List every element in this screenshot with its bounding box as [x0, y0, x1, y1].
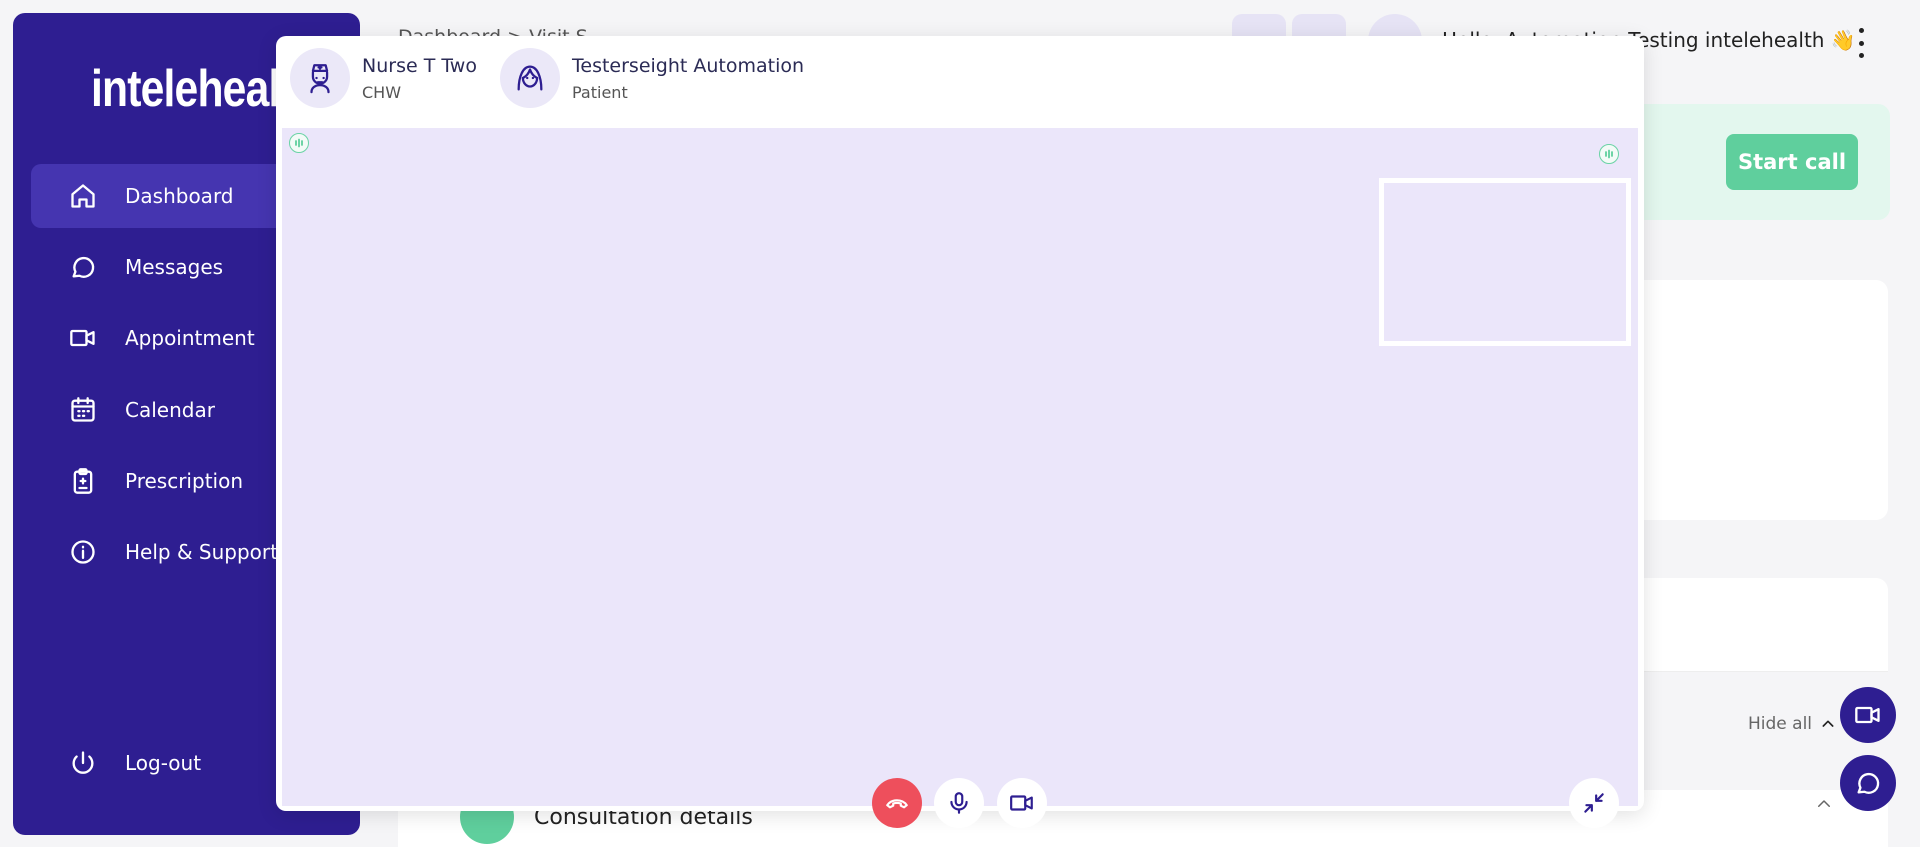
minimize-button[interactable]	[1569, 778, 1619, 828]
participant-role: Patient	[572, 82, 628, 102]
home-icon	[69, 182, 97, 210]
video-icon	[1010, 795, 1033, 811]
calendar-icon	[69, 396, 97, 424]
microphone-button[interactable]	[934, 778, 984, 828]
more-menu-icon[interactable]	[1855, 28, 1867, 58]
chat-icon	[69, 253, 97, 281]
nurse-icon	[290, 48, 350, 108]
logout-label: Log-out	[125, 751, 202, 775]
participant-name: Testerseight Automation	[572, 54, 805, 77]
participant-nurse: Nurse T Two CHW	[290, 48, 477, 108]
power-icon	[69, 749, 97, 777]
video-call-modal: Nurse T Two CHW Testerseight Automation …	[276, 36, 1644, 828]
participant-role: CHW	[362, 82, 402, 102]
audio-level-icon	[289, 133, 309, 153]
chevron-up-icon	[1822, 720, 1834, 727]
microphone-icon	[950, 792, 968, 814]
hide-all-toggle[interactable]: Hide all	[1748, 714, 1836, 734]
sidebar-item-label: Help & Support	[125, 540, 278, 564]
sidebar-item-label: Calendar	[125, 398, 215, 422]
end-call-button[interactable]	[872, 778, 922, 828]
audio-level-icon	[1599, 144, 1619, 164]
sidebar-item-label: Dashboard	[125, 184, 234, 208]
video-icon	[69, 324, 97, 352]
chat-fab[interactable]	[1840, 755, 1896, 811]
video-icon	[1855, 706, 1880, 724]
participant-name: Nurse T Two	[362, 54, 477, 77]
sidebar-item-label: Prescription	[125, 469, 243, 493]
chat-icon	[1857, 772, 1880, 794]
start-call-button[interactable]: Start call	[1726, 134, 1858, 190]
chevron-up-icon[interactable]	[1815, 795, 1833, 813]
hide-all-label: Hide all	[1748, 714, 1813, 734]
camera-button[interactable]	[997, 778, 1047, 828]
video-call-fab[interactable]	[1840, 687, 1896, 743]
minimize-icon	[1584, 793, 1604, 813]
sidebar-item-label: Messages	[125, 255, 224, 279]
hangup-icon	[886, 799, 908, 809]
local-video[interactable]	[1379, 178, 1631, 346]
sidebar-item-label: Appointment	[125, 326, 255, 350]
info-icon	[69, 538, 97, 566]
participant-patient: Testerseight Automation Patient	[500, 48, 804, 108]
patient-icon	[500, 48, 560, 108]
clipboard-icon	[69, 467, 97, 495]
